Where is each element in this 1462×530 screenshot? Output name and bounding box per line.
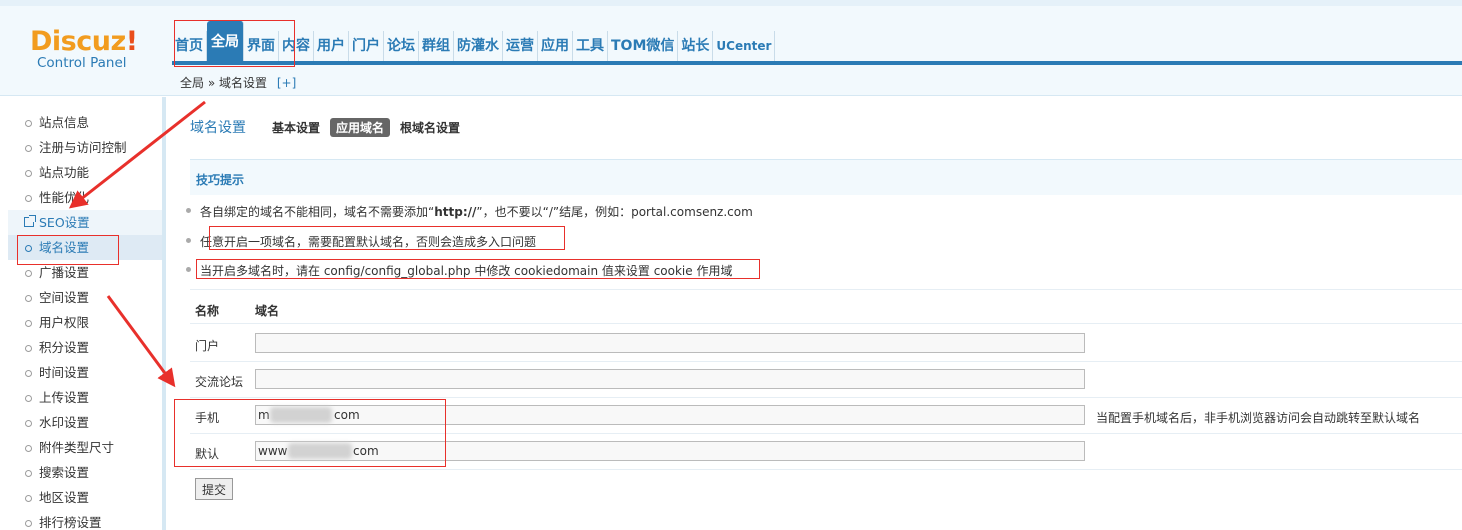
tab-app-domains[interactable]: 应用域名 bbox=[330, 117, 391, 137]
nav-webmaster[interactable]: 站长 bbox=[678, 31, 714, 61]
col-domain-header: 域名 bbox=[255, 304, 280, 318]
breadcrumb-current: 域名设置 bbox=[219, 76, 268, 90]
logo-subtitle: Control Panel bbox=[37, 55, 127, 71]
nav-ucenter[interactable]: UCenter bbox=[713, 31, 776, 61]
tab-root-domain[interactable]: 根域名设置 bbox=[400, 119, 460, 136]
portal-domain-input[interactable] bbox=[255, 333, 1085, 353]
forum-domain-input[interactable] bbox=[255, 369, 1085, 389]
nav-tom-wechat[interactable]: TOM微信 bbox=[608, 31, 679, 61]
nav-operations[interactable]: 运营 bbox=[503, 31, 538, 61]
divider bbox=[190, 397, 1462, 398]
sidebar-item-site-info[interactable]: 站点信息 bbox=[8, 110, 162, 135]
sidebar-item-attachment-types[interactable]: 附件类型尺寸 bbox=[8, 435, 162, 460]
sidebar-item-register-access[interactable]: 注册与访问控制 bbox=[8, 135, 162, 160]
breadcrumb: 全局 » 域名设置 [+] bbox=[180, 74, 296, 91]
mobile-domain-note: 当配置手机域名后，非手机浏览器访问会自动跳转至默认域名 bbox=[1096, 411, 1421, 425]
sidebar-item-performance[interactable]: 性能优化 bbox=[8, 185, 162, 210]
sidebar-item-ranking[interactable]: 排行榜设置 bbox=[8, 510, 162, 530]
sidebar-item-seo-label: SEO设置 bbox=[39, 215, 90, 230]
sidebar-item-time[interactable]: 时间设置 bbox=[8, 360, 162, 385]
tips-header: 技巧提示 bbox=[190, 159, 1462, 195]
nav-antispam[interactable]: 防灌水 bbox=[454, 31, 503, 61]
row-label-portal: 门户 bbox=[195, 339, 220, 353]
annotation-box-fields bbox=[174, 399, 446, 467]
sidebar-item-search[interactable]: 搜索设置 bbox=[8, 460, 162, 485]
divider bbox=[190, 289, 1462, 290]
row-label-forum: 交流论坛 bbox=[195, 375, 244, 389]
subtitle-row: 域名设置 基本设置 应用域名 根域名设置 bbox=[190, 117, 470, 137]
sidebar-item-space[interactable]: 空间设置 bbox=[8, 285, 162, 310]
divider bbox=[190, 469, 1462, 470]
annotation-box-tip2 bbox=[209, 226, 565, 250]
divider bbox=[190, 323, 1462, 324]
sidebar-item-region[interactable]: 地区设置 bbox=[8, 485, 162, 510]
sidebar-item-seo[interactable]: SEO设置 bbox=[8, 210, 162, 235]
tips-title: 技巧提示 bbox=[196, 173, 245, 187]
breadcrumb-root[interactable]: 全局 bbox=[180, 76, 204, 90]
nav-portal[interactable]: 门户 bbox=[349, 31, 384, 61]
nav-underline bbox=[172, 61, 1462, 65]
page-title: 域名设置 bbox=[190, 120, 246, 136]
nav-apps[interactable]: 应用 bbox=[538, 31, 573, 61]
header-strip bbox=[0, 0, 1462, 6]
col-name-header: 名称 bbox=[195, 304, 220, 318]
sidebar-item-credits[interactable]: 积分设置 bbox=[8, 335, 162, 360]
annotation-box-sidebar bbox=[17, 235, 119, 265]
sidebar-item-permissions[interactable]: 用户权限 bbox=[8, 310, 162, 335]
nav-tools[interactable]: 工具 bbox=[573, 31, 608, 61]
divider bbox=[190, 361, 1462, 362]
tip-1: 各自绑定的域名不能相同，域名不需要添加“http://”，也不要以“/”结尾，例… bbox=[186, 205, 753, 219]
nav-forum[interactable]: 论坛 bbox=[384, 31, 419, 61]
tab-basic-settings[interactable]: 基本设置 bbox=[272, 119, 320, 136]
nav-groups[interactable]: 群组 bbox=[419, 31, 454, 61]
annotation-box-tip3 bbox=[196, 259, 760, 279]
external-link-icon bbox=[24, 215, 36, 227]
logo-word: Discuz! bbox=[30, 26, 138, 57]
nav-users[interactable]: 用户 bbox=[314, 31, 349, 61]
logo: Discuz! Control Panel bbox=[30, 26, 165, 71]
add-shortcut-button[interactable]: [+] bbox=[277, 76, 296, 90]
sidebar-item-upload[interactable]: 上传设置 bbox=[8, 385, 162, 410]
sidebar-item-watermark[interactable]: 水印设置 bbox=[8, 410, 162, 435]
sidebar-item-site-features[interactable]: 站点功能 bbox=[8, 160, 162, 185]
annotation-box-nav bbox=[174, 20, 295, 67]
sidebar: 站点信息 注册与访问控制 站点功能 性能优化 SEO设置 域名设置 广播设置 空… bbox=[8, 97, 166, 530]
breadcrumb-sep: » bbox=[207, 76, 216, 90]
submit-button[interactable]: 提交 bbox=[195, 478, 234, 500]
